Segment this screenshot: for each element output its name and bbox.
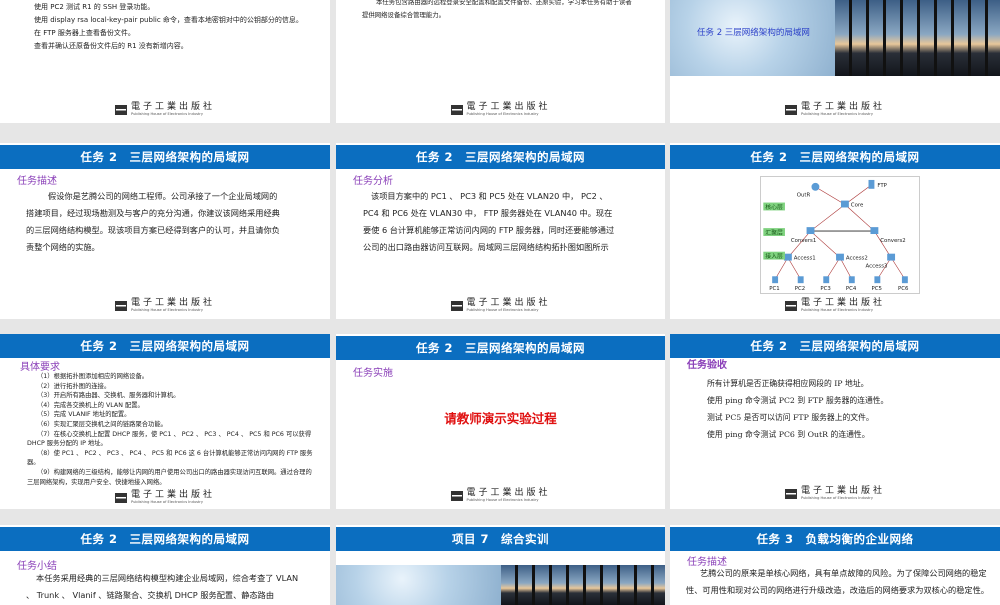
slide-title: 任务 2 三层网络架构的局域网 [670, 145, 1000, 169]
section-heading: 任务验收 [687, 360, 727, 371]
checklist-item: 测试 PC5 是否可以访问 FTP 服务器上的文件。 [707, 413, 874, 422]
publisher-logo: 電子工業出版社 Publishing House of Electronics I… [114, 103, 215, 117]
requirement-item: （5）完成 VLANIF 地址的配置。 [37, 411, 131, 419]
checklist-item: 使用 ping 命令测试 PC2 到 FTP 服务器的连通性。 [707, 396, 889, 405]
section-heading: 任务描述 [17, 176, 57, 187]
node-label: Access1 [794, 256, 816, 262]
requirement-item: （8）使 PC1 、 PC2 、 PC3 、 PC4 、 PC5 和 PC6 这… [27, 449, 313, 467]
node-label: Access2 [846, 256, 868, 262]
slide-title: 任务 3 负载均衡的企业网络 [670, 527, 1000, 551]
publisher-logo: 電子工業出版社 Publishing House of Electronics I… [450, 299, 550, 313]
node-label: Convers2 [880, 238, 905, 244]
requirement-item: （2）进行拓扑图的连接。 [37, 382, 111, 390]
slide-thumbnail[interactable]: 任务 2 三层网络架构的局域网 任务实施 请教师演示实验过程 電子工業出版社 Pu… [336, 334, 665, 509]
slide-title: 任务 2 三层网络架构的局域网 [0, 334, 330, 358]
node-label: PC1 [769, 286, 779, 292]
slide-text: 本任务采用经典的三层网络结构模型构建企业局域网，综合考查了 VLAN 、 Tru… [26, 573, 299, 600]
slide-text: 查看并确认还原备份文件后的 R1 没有新增内容。 [34, 42, 188, 50]
publisher-logo: 電子工業出版社 Publishing House of Electronics I… [784, 299, 885, 313]
network-topology-diagram: 核心层 汇聚层 接入层 OutR FTP Core Convers1 Conve… [760, 176, 920, 294]
node-label: Convers1 [791, 238, 816, 244]
meeting-room-image [835, 0, 1000, 76]
slide-thumbnail[interactable]: 任务 2 三层网络架构的局域网 任务小结 本任务采用经典的三层网络结构模型构建企… [0, 525, 330, 605]
requirement-item: （4）完成各交换机上的 VLAN 配置。 [37, 401, 144, 409]
slide-thumbnail[interactable]: 任务 2 三层网络架构的局域网 任务分析 该项目方案中的 PC1 、 PC3 和… [336, 143, 665, 319]
slide-title: 任务 2 三层网络架构的局域网 [0, 527, 330, 551]
slide-text: 艺腾公司的原来是单核心网络，具有单点故障的风险。为了保障公司网络的稳定性、可用性… [686, 568, 989, 595]
node-label: PC5 [871, 286, 881, 292]
slide-thumbnail[interactable]: 任务 2 三层网络架构的局域网 任务验收 所有计算机是否正确获得相应网段的 IP… [670, 334, 1000, 509]
node-label: FTP [877, 183, 887, 189]
node-label: Core [851, 202, 864, 208]
slide-title: 任务 2 三层网络架构的局域网 [336, 336, 665, 360]
slide-title: 任务 2 三层网络架构的局域网 [0, 145, 330, 169]
publisher-logo: 電子工業出版社 Publishing House of Electronics I… [450, 489, 550, 503]
slide-thumbnail[interactable]: 本任务包含路由器的远程登录安全配置和配置文件备份、还原实验，学习本任务有助于读者… [336, 0, 665, 123]
slide-thumbnail[interactable]: 任务 3 负载均衡的企业网络 任务描述 艺腾公司的原来是单核心网络，具有单点故障… [670, 525, 1000, 605]
globe-hand-image [670, 0, 835, 76]
meeting-room-image [501, 565, 665, 605]
slide-title: 项目 7 综合实训 [336, 527, 665, 551]
publisher-logo: 電子工業出版社 Publishing House of Electronics I… [114, 491, 215, 505]
emphasis-text: 请教师演示实验过程 [444, 411, 557, 426]
slide-thumbnail[interactable]: 项目 7 综合实训 [336, 525, 665, 605]
requirement-item: （3）开启所有路由器、交换机、服务器和计算机。 [37, 392, 180, 400]
publisher-logo: 電子工業出版社 Publishing House of Electronics I… [450, 103, 550, 117]
slide-thumbnail[interactable]: 任务 2 三层网络架构的局域网 核心层 汇聚层 接入层 OutR FTP Cor… [670, 143, 1000, 319]
publisher-logo: 電子工業出版社 Publishing House of Electronics I… [114, 299, 215, 313]
checklist-item: 所有计算机是否正确获得相应网段的 IP 地址。 [707, 379, 869, 388]
slide-text: 使用 PC2 测试 R1 的 SSH 登录功能。 [34, 3, 155, 11]
requirement-item: （6）实现汇聚层交换机之间的链路聚合功能。 [37, 420, 167, 428]
slide-thumbnail[interactable]: 任务 2 三层网络架构的局域网 具体要求 （1）根据拓扑图添加相应的网络设备。 … [0, 334, 330, 509]
globe-image [336, 565, 501, 605]
slide-text: 本任务包含路由器的远程登录安全配置和配置文件备份、还原实验，学习本任务有助于读者… [362, 0, 632, 19]
node-label: PC6 [898, 286, 909, 292]
section-heading: 具体要求 [20, 362, 60, 373]
node-label: Access3 [866, 263, 888, 269]
slide-text: 在 FTP 服务器上查看备份文件。 [34, 29, 135, 37]
section-heading: 任务分析 [353, 176, 393, 187]
node-label: PC3 [820, 286, 830, 292]
slide-thumbnail[interactable]: 使用 PC2 测试 R1 的 SSH 登录功能。 使用 display rsa … [0, 0, 330, 123]
slide-title: 任务 2 三层网络架构的局域网 [670, 334, 1000, 358]
publisher-logo: 電子工業出版社 Publishing House of Electronics I… [784, 487, 885, 501]
requirement-item: （1）根据拓扑图添加相应的网络设备。 [37, 373, 149, 380]
slide-text: 假设你是艺腾公司的网络工程师。公司承接了一个企业局域网的搭建项目，经过现场勘测及… [26, 191, 280, 252]
node-label: PC4 [846, 286, 857, 292]
section-heading: 任务实施 [353, 368, 393, 379]
layer-label-core: 核心层 [765, 203, 783, 211]
slide-thumbnail[interactable]: 任务 2 三层网络架构的局域网 電子工業出版社 Publishing House … [670, 0, 1000, 123]
requirement-item: （9）构建网络的三级结构，能够让内网的用户使用公司出口的路由器实现访问互联网。通… [27, 468, 312, 486]
publisher-logo: 電子工業出版社 Publishing House of Electronics I… [784, 103, 885, 117]
layer-label-aggregation: 汇聚层 [765, 229, 783, 237]
image-title: 任务 2 三层网络架构的局域网 [697, 28, 810, 38]
slide-title: 任务 2 三层网络架构的局域网 [336, 145, 665, 169]
slide-text: 该项目方案中的 PC1 、 PC3 和 PC5 处在 VLAN20 中， PC2… [363, 191, 615, 252]
slide-text: 使用 display rsa local-key-pair public 命令，… [34, 16, 303, 24]
checklist-item: 使用 ping 命令测试 PC6 到 OutR 的连通性。 [707, 430, 870, 439]
slide-thumbnail[interactable]: 任务 2 三层网络架构的局域网 任务描述 假设你是艺腾公司的网络工程师。公司承接… [0, 143, 330, 319]
requirement-item: （7）在核心交换机上配置 DHCP 服务，使 PC1 、 PC2 、 PC3 、… [27, 430, 312, 448]
layer-label-access: 接入层 [765, 252, 783, 260]
node-label: PC2 [795, 286, 805, 292]
node-label: OutR [797, 193, 811, 199]
